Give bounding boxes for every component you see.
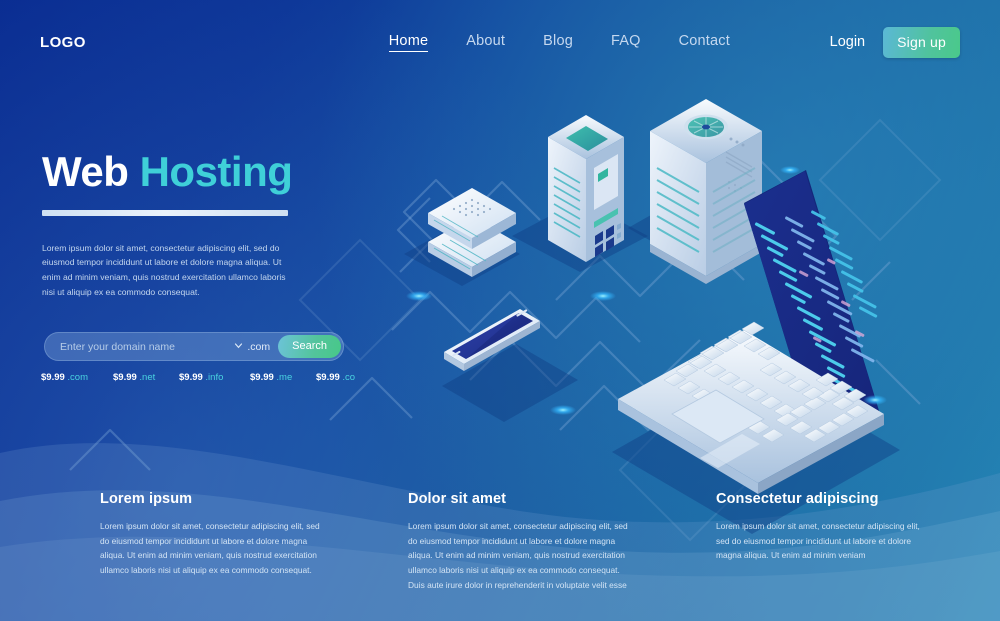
price-tld: .info (205, 372, 224, 383)
nav-actions: Login Sign up (830, 26, 960, 58)
feature-title: Dolor sit amet (408, 491, 507, 507)
price-item[interactable]: $9.99 .me (250, 372, 316, 383)
chevron-down-icon (235, 343, 243, 349)
price-tld: .me (276, 372, 293, 383)
price-item[interactable]: $9.99 .info (179, 372, 250, 383)
feature-columns: Lorem ipsum Lorem ipsum dolor sit amet, … (0, 491, 1000, 621)
feature-body: Lorem ipsum dolor sit amet, consectetur … (100, 521, 320, 575)
feature-column: Dolor sit amet Lorem ipsum dolor sit ame… (408, 491, 638, 592)
search-input-area: .com (47, 335, 278, 358)
nav-links: Home About Blog FAQ Contact (388, 33, 730, 52)
feature-body: Lorem ipsum dolor sit amet, consectetur … (408, 521, 628, 590)
signup-button[interactable]: Sign up (883, 26, 960, 58)
login-link[interactable]: Login (830, 34, 865, 50)
feature-column: Consectetur adipiscing Lorem ipsum dolor… (716, 491, 931, 563)
search-input[interactable] (60, 340, 235, 353)
hero-title-primary: Web (42, 148, 129, 195)
hero-section: Web Hosting Lorem ipsum dolor sit amet, … (42, 150, 372, 300)
hero-divider (42, 209, 288, 216)
hero-description: Lorem ipsum dolor sit amet, consectetur … (42, 242, 286, 298)
price-amount: $9.99 (179, 372, 203, 383)
feature-title: Lorem ipsum (100, 491, 193, 507)
price-amount: $9.99 (250, 372, 274, 383)
feature-body: Lorem ipsum dolor sit amet, consectetur … (716, 521, 920, 561)
hero-title-accent: Hosting (139, 148, 293, 195)
price-amount: $9.99 (316, 372, 340, 383)
server-rack-icon (650, 99, 762, 284)
price-item[interactable]: $9.99 .net (113, 372, 179, 383)
feature-column: Lorem ipsum Lorem ipsum dolor sit amet, … (100, 491, 330, 578)
price-amount: $9.99 (113, 372, 137, 383)
server-tower-icon (548, 115, 624, 262)
nav-link-home[interactable]: Home (388, 33, 429, 52)
domain-search-bar: .com Search (44, 332, 344, 361)
price-item[interactable]: $9.99 .co (316, 372, 376, 383)
feature-title: Consectetur adipiscing (716, 491, 879, 507)
tld-price-list: $9.99 .com $9.99 .net $9.99 .info $9.99 … (41, 372, 376, 383)
page-title: Web Hosting (42, 150, 372, 194)
tld-dropdown[interactable]: .com (234, 341, 278, 353)
top-navigation: LOGO Home About Blog FAQ Contact Login S… (0, 0, 1000, 84)
tld-value: .com (247, 340, 271, 353)
price-tld: .net (139, 372, 156, 383)
nav-link-about[interactable]: About (466, 33, 505, 51)
price-item[interactable]: $9.99 .com (41, 372, 113, 383)
nav-link-blog[interactable]: Blog (543, 33, 573, 51)
landing-page: LOGO Home About Blog FAQ Contact Login S… (0, 0, 1000, 621)
price-tld: .co (342, 372, 356, 383)
nav-link-faq[interactable]: FAQ (611, 33, 641, 51)
nav-link-contact[interactable]: Contact (679, 33, 730, 51)
price-tld: .com (67, 372, 89, 383)
price-amount: $9.99 (41, 372, 65, 383)
search-button[interactable]: Search (278, 335, 341, 358)
logo[interactable]: LOGO (40, 34, 86, 51)
